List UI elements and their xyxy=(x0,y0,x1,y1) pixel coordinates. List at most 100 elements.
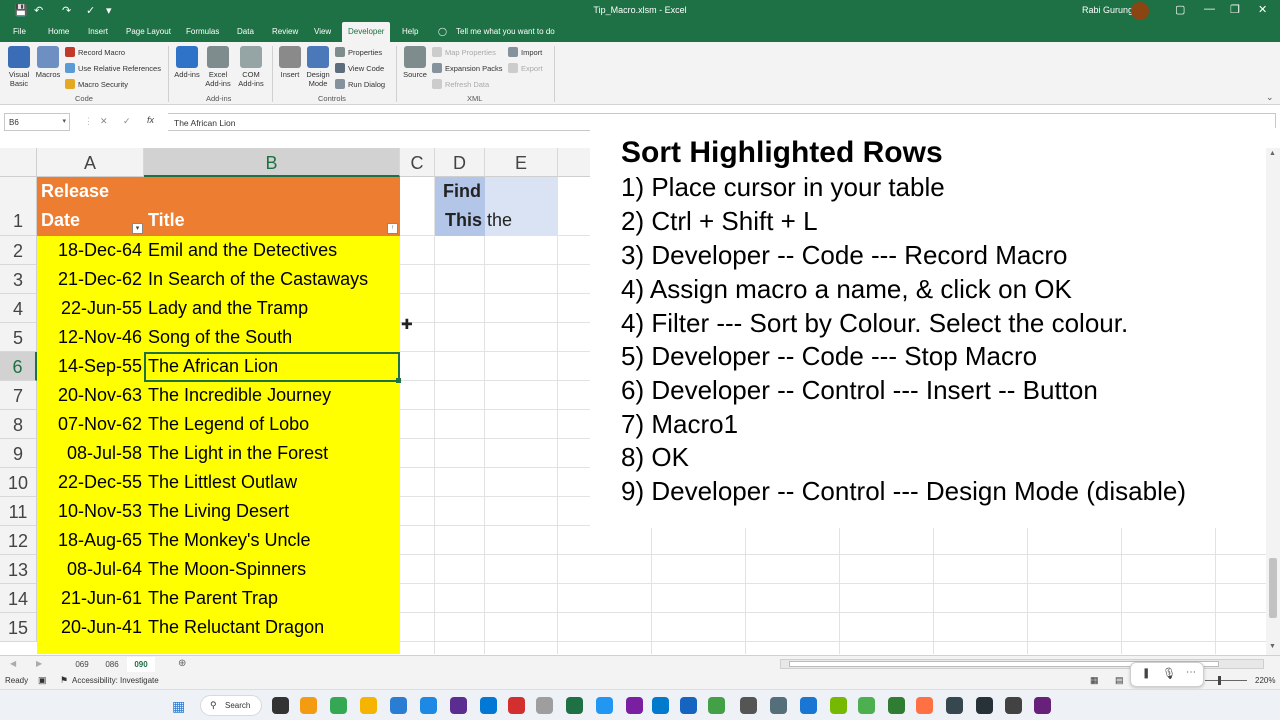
run-dialog-button[interactable]: Run Dialog xyxy=(335,79,385,89)
properties-button[interactable]: Properties xyxy=(335,47,382,57)
date-cell[interactable]: 14-Sep-55 xyxy=(37,356,142,377)
minimize-icon[interactable]: — xyxy=(1204,3,1215,15)
title-cell[interactable]: Song of the South xyxy=(148,327,292,348)
date-cell[interactable]: 18-Aug-65 xyxy=(37,530,142,551)
zoom-slider[interactable] xyxy=(1205,680,1247,681)
app-icon[interactable] xyxy=(888,697,905,714)
column-header-e[interactable]: E xyxy=(485,148,558,177)
collapse-ribbon-icon[interactable]: ⌄ xyxy=(1266,92,1274,103)
accessibility-icon[interactable]: ⚑ xyxy=(60,675,68,686)
title-cell[interactable]: The Monkey's Uncle xyxy=(148,530,311,551)
task-view-icon[interactable] xyxy=(272,697,289,714)
macro-security-button[interactable]: Macro Security xyxy=(65,79,128,89)
chevron-down-icon[interactable]: ▾ xyxy=(62,117,66,125)
visual-basic-button[interactable]: Visual Basic xyxy=(5,46,33,88)
add-sheet-icon[interactable]: ⊕ xyxy=(178,658,186,669)
tab-insert[interactable]: Insert xyxy=(88,27,108,36)
date-cell[interactable]: 22-Jun-55 xyxy=(37,298,142,319)
nvidia-icon[interactable] xyxy=(830,697,847,714)
refresh-data-button[interactable]: Refresh Data xyxy=(432,79,489,89)
file-explorer-icon[interactable] xyxy=(360,697,377,714)
row-header[interactable]: 11 xyxy=(0,497,37,526)
row-header[interactable]: 7 xyxy=(0,381,37,410)
insert-function-icon[interactable]: fx xyxy=(147,115,154,125)
title-cell[interactable]: In Search of the Castaways xyxy=(148,269,368,290)
vertical-scrollbar[interactable]: ▲ ▼ xyxy=(1266,148,1280,655)
filezilla-icon[interactable] xyxy=(508,697,525,714)
accessibility-status[interactable]: Accessibility: Investigate xyxy=(72,676,159,685)
visual-studio-icon[interactable] xyxy=(1034,697,1051,714)
row-header[interactable]: 1 xyxy=(0,177,37,236)
excel-add-ins-button[interactable]: Excel Add-ins xyxy=(203,46,233,88)
sort-filter-icon[interactable]: ↑ xyxy=(387,223,398,234)
avatar[interactable] xyxy=(1131,2,1149,20)
date-cell[interactable]: 18-Dec-64 xyxy=(37,240,142,261)
column-header-b[interactable]: B xyxy=(144,148,400,177)
instructions-textbox[interactable]: Sort Highlighted Rows 1) Place cursor in… xyxy=(590,128,1280,528)
export-button[interactable]: Export xyxy=(508,63,543,73)
row-header[interactable]: 2 xyxy=(0,236,37,265)
app-icon[interactable] xyxy=(450,697,467,714)
taskbar-search[interactable]: ⚲ Search xyxy=(200,695,262,716)
relative-references-button[interactable]: Use Relative References xyxy=(65,63,161,73)
row-header[interactable]: 4 xyxy=(0,294,37,323)
vscode-icon[interactable] xyxy=(652,697,669,714)
pause-icon[interactable]: ❚ xyxy=(1142,668,1150,679)
title-cell[interactable]: The Incredible Journey xyxy=(148,385,331,406)
macros-button[interactable]: Macros xyxy=(34,46,62,79)
record-macro-button[interactable]: Record Macro xyxy=(65,47,125,57)
enter-icon[interactable]: ✓ xyxy=(123,116,131,127)
app-icon[interactable] xyxy=(770,697,787,714)
row-header[interactable]: 5 xyxy=(0,323,37,352)
app-icon[interactable] xyxy=(708,697,725,714)
name-box[interactable]: B6 ▾ xyxy=(4,113,70,131)
title-cell[interactable]: The Parent Trap xyxy=(148,588,278,609)
map-properties-button[interactable]: Map Properties xyxy=(432,47,496,57)
user-name[interactable]: Rabi Gurung xyxy=(1082,5,1133,15)
design-mode-button[interactable]: Design Mode xyxy=(304,46,332,88)
app-icon[interactable] xyxy=(858,697,875,714)
cancel-icon[interactable]: ✕ xyxy=(100,116,108,127)
date-cell[interactable]: 10-Nov-53 xyxy=(37,501,142,522)
insert-control-button[interactable]: Insert xyxy=(277,46,303,79)
import-button[interactable]: Import xyxy=(508,47,542,57)
row-header[interactable]: 6 xyxy=(0,352,37,381)
app-icon[interactable] xyxy=(976,697,993,714)
title-cell[interactable]: The Legend of Lobo xyxy=(148,414,309,435)
view-code-button[interactable]: View Code xyxy=(335,63,384,73)
app-icon[interactable] xyxy=(536,697,553,714)
tell-me-search[interactable]: Tell me what you want to do xyxy=(456,27,555,36)
tab-formulas[interactable]: Formulas xyxy=(186,27,219,36)
column-header-d[interactable]: D xyxy=(435,148,485,177)
more-icon[interactable]: ⋯ xyxy=(1186,667,1196,678)
page-layout-view-icon[interactable]: ▤ xyxy=(1115,675,1124,686)
tab-view[interactable]: View xyxy=(314,27,331,36)
tab-help[interactable]: Help xyxy=(402,27,418,36)
normal-view-icon[interactable]: ▦ xyxy=(1090,675,1099,686)
zoom-level[interactable]: 220% xyxy=(1255,676,1275,685)
screen-recorder-pill[interactable]: ❚ 🎙 ⋯ xyxy=(1130,662,1204,687)
title-cell[interactable]: The African Lion xyxy=(148,356,278,377)
the-label[interactable]: the xyxy=(487,210,512,231)
fill-handle[interactable] xyxy=(396,378,401,383)
edge-icon[interactable] xyxy=(480,697,497,714)
app-icon[interactable] xyxy=(680,697,697,714)
ribbon-display-icon[interactable]: ▢ xyxy=(1175,3,1185,16)
column-header-c[interactable]: C xyxy=(400,148,435,177)
date-cell[interactable]: 08-Jul-58 xyxy=(37,443,142,464)
app-icon[interactable] xyxy=(800,697,817,714)
app-icon[interactable] xyxy=(1005,697,1022,714)
row-header[interactable]: 12 xyxy=(0,526,37,555)
scroll-thumb[interactable] xyxy=(1269,558,1277,618)
scroll-up-icon[interactable]: ▲ xyxy=(1269,150,1276,157)
windows-start-icon[interactable]: ▦ xyxy=(172,698,185,715)
title-cell[interactable]: The Living Desert xyxy=(148,501,289,522)
app-icon[interactable] xyxy=(596,697,613,714)
date-cell[interactable]: 20-Nov-63 xyxy=(37,385,142,406)
date-cell[interactable]: 12-Nov-46 xyxy=(37,327,142,348)
row-header[interactable]: 10 xyxy=(0,468,37,497)
header-date[interactable]: Date xyxy=(41,210,80,231)
source-button[interactable]: Source xyxy=(401,46,429,79)
column-header-a[interactable]: A xyxy=(37,148,144,177)
tab-review[interactable]: Review xyxy=(272,27,298,36)
